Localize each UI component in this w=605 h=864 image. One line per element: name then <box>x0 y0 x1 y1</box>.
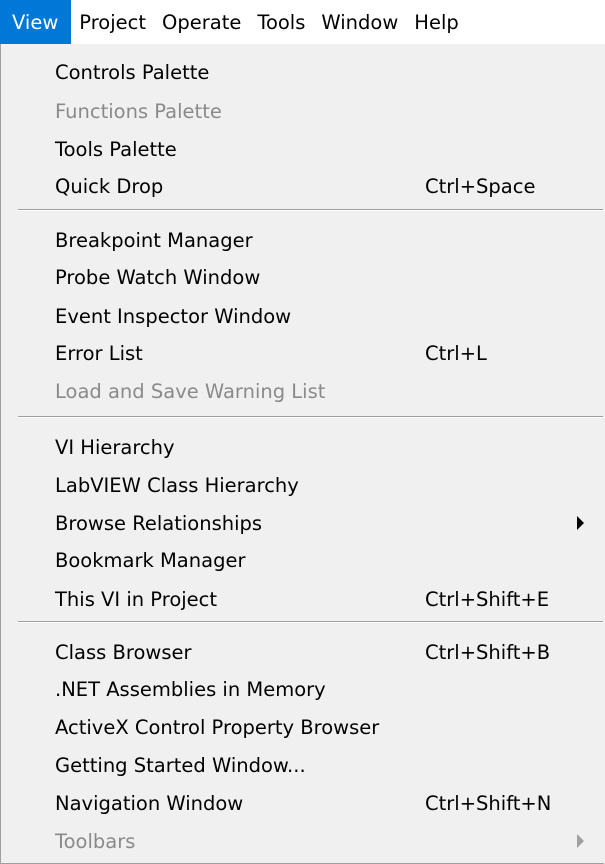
menu-tools[interactable]: Tools <box>249 0 313 44</box>
menu-item-quick-drop[interactable]: Quick Drop Ctrl+Space <box>1 168 604 204</box>
screen: View Project Operate Tools Window Help C… <box>0 0 605 864</box>
menu-item-label: ActiveX Control Property Browser <box>55 715 380 739</box>
menu-item-shortcut: Ctrl+L <box>425 341 487 365</box>
menu-item-functions-palette: Functions Palette <box>1 93 604 129</box>
menu-item-shortcut: Ctrl+Shift+B <box>425 640 551 664</box>
menu-help[interactable]: Help <box>406 0 466 44</box>
menu-item-shortcut: Ctrl+Space <box>425 174 536 198</box>
menu-operate[interactable]: Operate <box>154 0 249 44</box>
menu-item-label: Probe Watch Window <box>55 265 261 289</box>
menu-item-label: Class Browser <box>55 640 192 664</box>
menu-window[interactable]: Window <box>313 0 406 44</box>
menu-item-controls-palette[interactable]: Controls Palette <box>1 54 604 90</box>
menu-item-event-inspector-window[interactable]: Event Inspector Window <box>1 298 604 334</box>
menu-item-class-browser[interactable]: Class Browser Ctrl+Shift+B <box>1 634 604 670</box>
menu-item-label: Error List <box>55 341 143 365</box>
menu-item-toolbars: Toolbars <box>1 823 604 859</box>
menu-item-probe-watch-window[interactable]: Probe Watch Window <box>1 259 604 295</box>
menu-item-activex-control-property-browser[interactable]: ActiveX Control Property Browser <box>1 709 604 745</box>
menu-item-error-list[interactable]: Error List Ctrl+L <box>1 335 604 371</box>
menu-item-browse-relationships[interactable]: Browse Relationships <box>1 505 604 541</box>
menu-item-label: Load and Save Warning List <box>55 379 326 403</box>
menu-item-vi-hierarchy[interactable]: VI Hierarchy <box>1 429 604 465</box>
menu-separator <box>18 416 603 418</box>
menu-item-labview-class-hierarchy[interactable]: LabVIEW Class Hierarchy <box>1 467 604 503</box>
menu-item-shortcut: Ctrl+Shift+N <box>425 791 552 815</box>
menu-view[interactable]: View <box>0 0 72 44</box>
menu-item-label: Functions Palette <box>55 99 222 123</box>
menu-item-navigation-window[interactable]: Navigation Window Ctrl+Shift+N <box>1 785 604 821</box>
menu-item-load-save-warning-list: Load and Save Warning List <box>1 373 604 409</box>
menu-item-net-assemblies-in-memory[interactable]: .NET Assemblies in Memory <box>1 671 604 707</box>
menu-item-getting-started-window[interactable]: Getting Started Window... <box>1 747 604 783</box>
menu-item-bookmark-manager[interactable]: Bookmark Manager <box>1 542 604 578</box>
menu-item-label: Tools Palette <box>55 137 177 161</box>
view-menu-dropdown: Controls Palette Functions Palette Tools… <box>0 44 604 864</box>
menu-project[interactable]: Project <box>71 0 154 44</box>
menu-item-label: Controls Palette <box>55 60 210 84</box>
menu-item-breakpoint-manager[interactable]: Breakpoint Manager <box>1 222 604 258</box>
menu-item-label: Navigation Window <box>55 791 244 815</box>
menu-item-label: Quick Drop <box>55 174 164 198</box>
menu-item-label: Bookmark Manager <box>55 548 246 572</box>
menu-item-label: LabVIEW Class Hierarchy <box>55 473 299 497</box>
menu-item-label: Browse Relationships <box>55 511 263 535</box>
menu-item-label: Event Inspector Window <box>55 304 292 328</box>
menu-separator <box>18 621 603 623</box>
menu-item-label: Getting Started Window... <box>55 753 306 777</box>
submenu-arrow-icon <box>577 834 584 848</box>
menu-bar: View Project Operate Tools Window Help <box>0 0 605 44</box>
menu-item-label: This VI in Project <box>55 587 218 611</box>
menu-item-label: .NET Assemblies in Memory <box>55 677 326 701</box>
menu-separator <box>18 209 603 211</box>
menu-item-shortcut: Ctrl+Shift+E <box>425 587 550 611</box>
menu-item-tools-palette[interactable]: Tools Palette <box>1 131 604 167</box>
menu-item-label: Toolbars <box>55 829 136 853</box>
menu-item-this-vi-in-project[interactable]: This VI in Project Ctrl+Shift+E <box>1 581 604 617</box>
menu-item-label: Breakpoint Manager <box>55 228 253 252</box>
menu-item-label: VI Hierarchy <box>55 435 175 459</box>
submenu-arrow-icon <box>577 516 584 530</box>
